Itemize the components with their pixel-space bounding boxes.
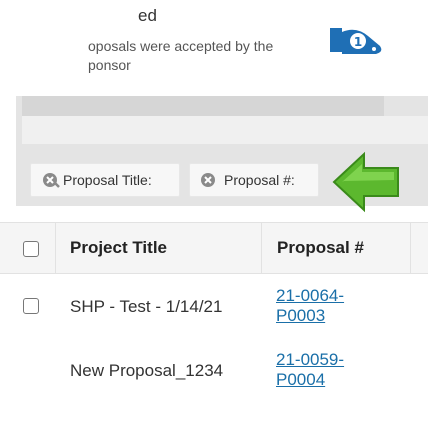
filter-chip-label: Proposal #: (224, 172, 295, 188)
proposal-number-line-1[interactable]: 21-0059- (276, 350, 366, 370)
icon-badge: 1 (354, 35, 362, 49)
summary-text-line-2: ponsor (88, 57, 131, 73)
filter-chip-proposal-title[interactable]: Proposal Title: (30, 163, 180, 197)
summary-text-line-1: oposals were accepted by the (88, 38, 274, 54)
green-arrow-pointer-icon (332, 151, 399, 213)
summary-text: oposals were accepted by the ponsor (88, 37, 318, 75)
proposal-number-line-2[interactable]: P0003 (276, 306, 366, 326)
summary-card: ed oposals were accepted by the ponsor 1 (28, 0, 428, 96)
column-header-project-title[interactable]: Project Title (70, 238, 167, 258)
filter-bar-strip (22, 116, 428, 144)
column-divider (410, 223, 411, 275)
remove-filter-icon[interactable] (41, 171, 61, 189)
right-edge-fade (388, 300, 428, 428)
card-notch (372, 78, 396, 96)
column-divider (261, 223, 262, 275)
proposal-number-line-2[interactable]: P0004 (276, 370, 366, 390)
table-row: SHP - Test - 1/14/21 21-0064- P0003 (0, 274, 428, 338)
row-checkbox[interactable] (23, 298, 39, 314)
proposal-number-link[interactable]: 21-0064- P0003 (276, 286, 366, 326)
summary-title: ed (138, 6, 157, 25)
project-title-cell: New Proposal_1234 (70, 361, 224, 380)
select-all-checkbox[interactable] (23, 241, 39, 257)
table-row: New Proposal_1234 21-0059- P0004 (0, 338, 428, 402)
proposals-table: Project Title Proposal # SHP - Test - 1/… (0, 222, 428, 428)
column-header-proposal-number[interactable]: Proposal # (277, 238, 364, 258)
filter-chip-proposal-number[interactable]: Proposal #: (189, 163, 319, 197)
remove-filter-icon[interactable] (200, 172, 216, 188)
filter-bar-top-shade (22, 96, 384, 116)
project-title-cell: SHP - Test - 1/14/21 (70, 297, 223, 316)
proposal-number-line-1[interactable]: 21-0064- (276, 286, 366, 306)
filter-chip-label: Proposal Title: (63, 172, 152, 188)
proposal-number-link[interactable]: 21-0059- P0004 (276, 350, 366, 390)
accepted-hand-icon: 1 (330, 28, 382, 54)
column-divider (55, 223, 56, 275)
table-header: Project Title Proposal # (0, 222, 428, 275)
